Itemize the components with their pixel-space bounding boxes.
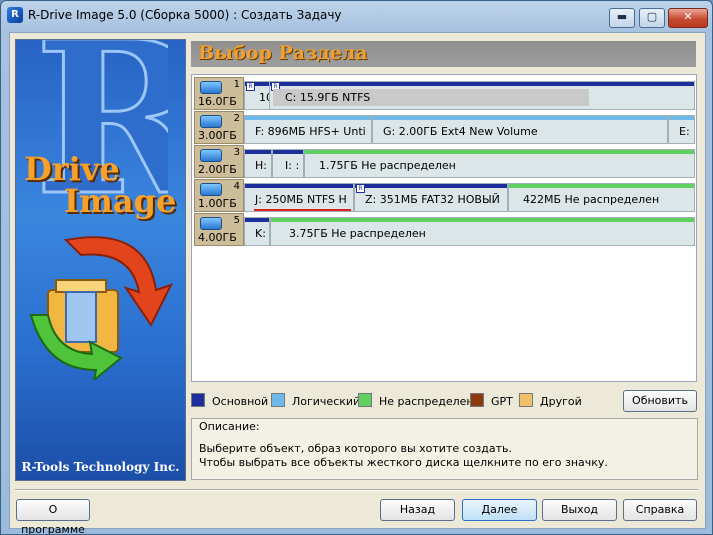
partition-g[interactable]: G: 2.00ГБ Ext4 New Volume — [372, 115, 668, 144]
partition-label: C: 15.9ГБ NTFS — [285, 91, 371, 104]
disk-3-button[interactable]: 3 2.00ГБ — [194, 145, 244, 178]
hard-disk-icon — [200, 81, 222, 94]
back-button[interactable]: Назад — [380, 499, 455, 521]
partition-label: I: : — [285, 159, 300, 172]
partition-label: J: 250МБ NTFS Н — [255, 193, 347, 206]
legend-swatch — [470, 393, 484, 407]
disk-row-2: 2 3.00ГБ F: 896МБ HFS+ Unti G: 2.00ГБ Ex… — [194, 111, 695, 144]
disk-size: 16.0ГБ — [198, 95, 237, 108]
disk-number: 4 — [233, 181, 240, 192]
disk-row-1: 1 16.0ГБ R 10 R C: 15.9ГБ NTFS — [194, 77, 695, 110]
product-banner: R Drive Image R-Tools Technology Inc. — [15, 39, 186, 481]
disk-number: 3 — [233, 147, 240, 158]
disk-number: 2 — [233, 113, 240, 124]
app-window: R R-Drive Image 5.0 (Сборка 5000) : Созд… — [0, 0, 713, 535]
company-name: R-Tools Technology Inc. — [21, 460, 180, 474]
description-box: Описание: Выберите объект, образ которог… — [191, 418, 698, 480]
disk-2-button[interactable]: 2 3.00ГБ — [194, 111, 244, 144]
maximize-button[interactable]: ▢ — [639, 8, 665, 28]
disk-size: 3.00ГБ — [198, 129, 237, 142]
description-line-1: Выберите объект, образ которого вы хотит… — [199, 442, 512, 455]
disk-row-5: 5 4.00ГБ K: 3.75ГБ Не распределен — [194, 213, 695, 246]
disk-row-3: 3 2.00ГБ H: I: : 1.75ГБ Не распределен — [194, 145, 695, 178]
hard-disk-icon — [200, 115, 222, 128]
legend-unallocated: Не распределен — [358, 393, 474, 408]
partition-j[interactable]: J: 250МБ NTFS Н — [244, 183, 354, 212]
banner-image-word: Image — [64, 182, 177, 220]
disk-1-button[interactable]: 1 16.0ГБ — [194, 77, 244, 110]
help-button[interactable]: Справка — [623, 499, 697, 521]
folder-arrow-icon — [29, 236, 173, 380]
legend-logical: Логический — [271, 393, 360, 408]
selection-underline — [254, 209, 351, 211]
legend-other: Другой — [519, 393, 582, 408]
unallocated-disk-3[interactable]: 1.75ГБ Не распределен — [304, 149, 695, 178]
partition-flag-icon: R — [356, 184, 365, 193]
close-button[interactable]: ✕ — [668, 8, 708, 28]
partition-h[interactable]: H: — [244, 149, 272, 178]
disk-5-button[interactable]: 5 4.00ГБ — [194, 213, 244, 246]
unallocated-disk-4[interactable]: 422МБ Не распределен — [508, 183, 695, 212]
partition-label: Z: 351МБ FAT32 НОВЫЙ — [365, 193, 500, 206]
legend-gpt: GPT — [470, 393, 513, 408]
partition-label: 1.75ГБ Не распределен — [319, 159, 456, 172]
partition-label: 3.75ГБ Не распределен — [289, 227, 426, 240]
page-header: Выбор Раздела — [191, 41, 696, 67]
partition-label: E: — [679, 125, 690, 138]
disk-4-button[interactable]: 4 1.00ГБ — [194, 179, 244, 212]
window-title: R-Drive Image 5.0 (Сборка 5000) : Создат… — [28, 8, 342, 22]
minimize-button[interactable]: ▬ — [609, 8, 635, 28]
partition-label: 422МБ Не распределен — [523, 193, 660, 206]
app-icon: R — [7, 7, 23, 23]
exit-button[interactable]: Выход — [542, 499, 617, 521]
partition-k[interactable]: K: — [244, 217, 270, 246]
title-bar[interactable]: R R-Drive Image 5.0 (Сборка 5000) : Созд… — [1, 1, 712, 31]
page-title: Выбор Раздела — [198, 42, 368, 64]
partition-f[interactable]: F: 896МБ HFS+ Unti — [244, 115, 372, 144]
disk-size: 1.00ГБ — [198, 197, 237, 210]
partition-label: H: — [255, 159, 267, 172]
disk-size: 2.00ГБ — [198, 163, 237, 176]
about-button[interactable]: О программе — [16, 499, 90, 534]
disk-map[interactable]: 1 16.0ГБ R 10 R C: 15.9ГБ NTFS — [191, 74, 697, 382]
wizard-client-area: R Drive Image R-Tools Technology Inc. Вы… — [9, 32, 706, 534]
hard-disk-icon — [200, 149, 222, 162]
disk-number: 1 — [233, 79, 240, 90]
disk-number: 5 — [233, 215, 240, 226]
partition-i[interactable]: I: : — [272, 149, 304, 178]
partition-c[interactable]: R C: 15.9ГБ NTFS — [269, 81, 695, 110]
description-title: Описание: — [199, 420, 260, 433]
partition-1-1[interactable]: R 10 — [244, 81, 270, 110]
next-button[interactable]: Далее — [462, 499, 537, 521]
refresh-button[interactable]: Обновить — [623, 390, 697, 412]
disk-size: 4.00ГБ — [198, 231, 237, 244]
description-line-2: Чтобы выбрать все объекты жесткого диска… — [199, 456, 608, 469]
hard-disk-icon — [200, 217, 222, 230]
legend-swatch — [519, 393, 533, 407]
legend-primary: Основной — [191, 393, 268, 408]
legend-swatch — [358, 393, 372, 407]
legend-swatch — [191, 393, 205, 407]
footer-separator — [15, 489, 698, 491]
partition-label: K: — [255, 227, 266, 240]
partition-e[interactable]: E: — [668, 115, 695, 144]
partition-flag-icon: R — [246, 82, 255, 91]
disk-row-4: 4 1.00ГБ J: 250МБ NTFS Н R Z: 351МБ FAT3… — [194, 179, 695, 212]
unallocated-disk-5[interactable]: 3.75ГБ Не распределен — [270, 217, 695, 246]
partition-z[interactable]: R Z: 351МБ FAT32 НОВЫЙ — [354, 183, 508, 212]
legend-swatch — [271, 393, 285, 407]
hard-disk-icon — [200, 183, 222, 196]
partition-label: G: 2.00ГБ Ext4 New Volume — [383, 125, 538, 138]
partition-label: F: 896МБ HFS+ Unti — [255, 125, 366, 138]
